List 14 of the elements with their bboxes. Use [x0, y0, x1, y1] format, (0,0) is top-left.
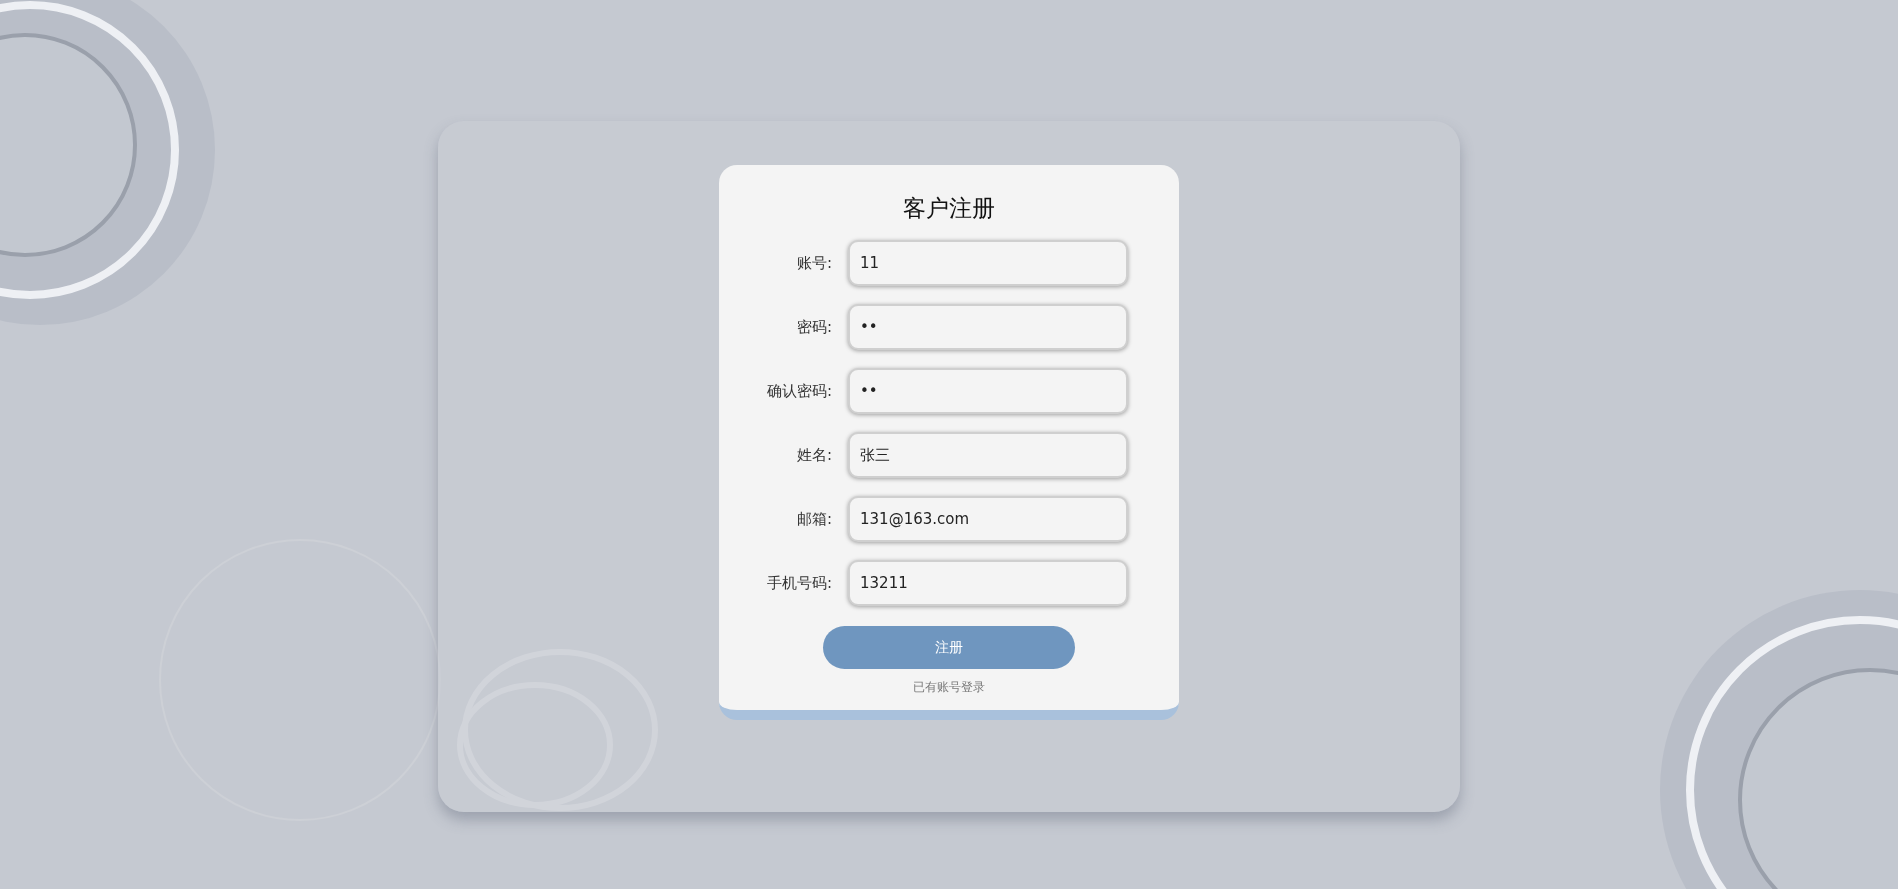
field-label: 账号:: [795, 253, 832, 273]
login-link[interactable]: 已有账号登录: [913, 679, 985, 696]
form-title: 客户注册: [903, 194, 995, 223]
field-label: 邮箱:: [795, 509, 832, 529]
input-field[interactable]: 13211: [848, 560, 1128, 606]
input-field[interactable]: ••: [848, 368, 1128, 414]
field-label: 确认密码:: [765, 381, 832, 401]
field-label: 密码:: [795, 317, 832, 337]
input-field[interactable]: 131@163.com: [848, 496, 1128, 542]
field-label: 手机号码:: [765, 573, 832, 593]
input-field[interactable]: ••: [848, 304, 1128, 350]
field-label: 姓名:: [795, 445, 832, 465]
input-field[interactable]: 张三: [848, 432, 1128, 478]
input-field[interactable]: 11: [848, 240, 1128, 286]
